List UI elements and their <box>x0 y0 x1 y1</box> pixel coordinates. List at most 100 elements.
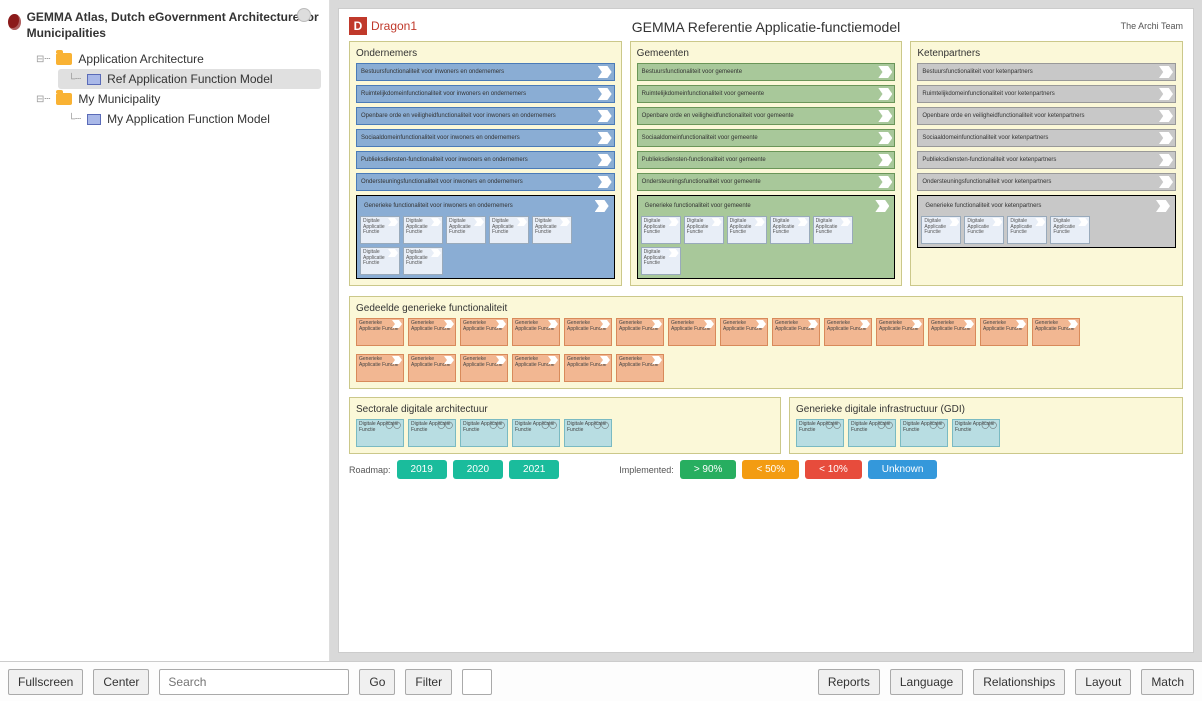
generic-function[interactable]: Generieke Applicatie Functie <box>720 318 768 346</box>
digital-function[interactable]: Digitale Applicatie Functie◯◯ <box>796 419 844 447</box>
arrow-icon <box>595 200 609 212</box>
digital-function[interactable]: Digitale Applicatie Functie◯◯ <box>460 419 508 447</box>
mini-function[interactable]: Digitale Applicatie Functie <box>641 247 681 275</box>
function-bar[interactable]: Ruimtelijkdomeinfunctionaliteit voor inw… <box>356 85 615 103</box>
impl-status[interactable]: > 90% <box>680 460 737 479</box>
arrow-icon <box>1156 200 1170 212</box>
digital-function[interactable]: Digitale Applicatie Functie◯◯ <box>848 419 896 447</box>
mini-function[interactable]: Digitale Applicatie Functie <box>770 216 810 244</box>
match-button[interactable]: Match <box>1141 669 1194 695</box>
function-bar[interactable]: Bestuursfunctionaliteit voor gemeente <box>637 63 896 81</box>
generic-function[interactable]: Generieke Applicatie Functie <box>408 318 456 346</box>
mini-function[interactable]: Digitale Applicatie Functie <box>727 216 767 244</box>
team-label: The Archi Team <box>1121 21 1183 31</box>
arrow-icon <box>444 356 454 364</box>
tree-folder[interactable]: ⊟┄Application Architecture <box>26 49 321 69</box>
function-bar[interactable]: Publieksdiensten-functionaliteit voor ke… <box>917 151 1176 169</box>
tree-root[interactable]: GEMMA Atlas, Dutch eGovernment Architect… <box>8 10 321 41</box>
mini-function[interactable]: Digitale Applicatie Functie <box>921 216 961 244</box>
function-bar[interactable]: Generieke functionaliteit voor gemeente <box>641 199 892 213</box>
tree-item[interactable]: └┄Ref Application Function Model <box>58 69 321 89</box>
filter-button[interactable]: Filter <box>405 669 452 695</box>
arrow-icon <box>1035 218 1045 226</box>
mini-function[interactable]: Digitale Applicatie Functie <box>532 216 572 244</box>
function-bar[interactable]: Publieksdiensten-functionaliteit voor in… <box>356 151 615 169</box>
mini-function[interactable]: Digitale Applicatie Functie <box>360 247 400 275</box>
mini-function[interactable]: Digitale Applicatie Functie <box>1007 216 1047 244</box>
mini-function[interactable]: Digitale Applicatie Functie <box>1050 216 1090 244</box>
mini-function[interactable]: Digitale Applicatie Functie <box>403 247 443 275</box>
tree-item[interactable]: └┄My Application Function Model <box>58 109 321 129</box>
function-bar[interactable]: Ondersteuningsfunctionaliteit voor inwon… <box>356 173 615 191</box>
impl-status[interactable]: Unknown <box>868 460 938 479</box>
impl-status[interactable]: < 50% <box>742 460 799 479</box>
mini-function[interactable]: Digitale Applicatie Functie <box>684 216 724 244</box>
mini-function[interactable]: Digitale Applicatie Functie <box>964 216 1004 244</box>
mini-function[interactable]: Digitale Applicatie Functie <box>360 216 400 244</box>
function-bar[interactable]: Ondersteuningsfunctionaliteit voor gemee… <box>637 173 896 191</box>
function-bar[interactable]: Sociaaldomeinfunctionaliteit voor ketenp… <box>917 129 1176 147</box>
tree-folder[interactable]: ⊟┄My Municipality <box>26 89 321 109</box>
arrow-icon <box>652 320 662 328</box>
digital-function[interactable]: Digitale Applicatie Functie◯◯ <box>564 419 612 447</box>
generic-function[interactable]: Generieke Applicatie Functie <box>824 318 872 346</box>
function-bar[interactable]: Bestuursfunctionaliteit voor ketenpartne… <box>917 63 1176 81</box>
generic-function[interactable]: Generieke Applicatie Functie <box>668 318 716 346</box>
digital-function[interactable]: Digitale Applicatie Functie◯◯ <box>356 419 404 447</box>
function-bar[interactable]: Sociaaldomeinfunctionaliteit voor inwone… <box>356 129 615 147</box>
digital-function[interactable]: Digitale Applicatie Functie◯◯ <box>952 419 1000 447</box>
generic-function[interactable]: Generieke Applicatie Functie <box>876 318 924 346</box>
generic-function[interactable]: Generieke Applicatie Functie <box>356 354 404 382</box>
generic-function[interactable]: Generieke Applicatie Functie <box>980 318 1028 346</box>
layout-button[interactable]: Layout <box>1075 669 1131 695</box>
function-bar[interactable]: Openbare orde en veiligheidfunctionalite… <box>637 107 896 125</box>
generic-function[interactable]: Generieke Applicatie Functie <box>772 318 820 346</box>
function-bar[interactable]: Ruimtelijkdomeinfunctionaliteit voor ket… <box>917 85 1176 103</box>
roadmap-year[interactable]: 2021 <box>509 460 559 479</box>
digital-function[interactable]: Digitale Applicatie Functie◯◯ <box>900 419 948 447</box>
generic-function[interactable]: Generieke Applicatie Functie <box>460 318 508 346</box>
impl-status[interactable]: < 10% <box>805 460 862 479</box>
fullscreen-button[interactable]: Fullscreen <box>8 669 83 695</box>
function-bar[interactable]: Bestuursfunctionaliteit voor inwoners en… <box>356 63 615 81</box>
generic-function[interactable]: Generieke Applicatie Functie <box>1032 318 1080 346</box>
generic-function[interactable]: Generieke Applicatie Functie <box>928 318 976 346</box>
function-bar[interactable]: Ruimtelijkdomeinfunctionaliteit voor gem… <box>637 85 896 103</box>
arrow-icon <box>548 320 558 328</box>
function-bar[interactable]: Generieke functionaliteit voor ketenpart… <box>921 199 1172 213</box>
generic-function[interactable]: Generieke Applicatie Functie <box>564 354 612 382</box>
function-bar[interactable]: Openbare orde en veiligheidfunctionalite… <box>356 107 615 125</box>
language-button[interactable]: Language <box>890 669 963 695</box>
filter-input[interactable] <box>462 669 492 695</box>
arrow-icon <box>388 218 398 226</box>
function-bar[interactable]: Openbare orde en veiligheidfunctionalite… <box>917 107 1176 125</box>
roadmap-year[interactable]: 2020 <box>453 460 503 479</box>
generic-function[interactable]: Generieke Applicatie Functie <box>564 318 612 346</box>
generic-function[interactable]: Generieke Applicatie Functie <box>460 354 508 382</box>
roadmap-year[interactable]: 2019 <box>397 460 447 479</box>
search-input[interactable] <box>159 669 349 695</box>
mini-function[interactable]: Digitale Applicatie Functie <box>403 216 443 244</box>
function-bar[interactable]: Sociaaldomeinfunctionaliteit voor gemeen… <box>637 129 896 147</box>
center-button[interactable]: Center <box>93 669 149 695</box>
generic-function[interactable]: Generieke Applicatie Functie <box>512 354 560 382</box>
component-icon: ◯◯ <box>489 422 505 430</box>
digital-function[interactable]: Digitale Applicatie Functie◯◯ <box>408 419 456 447</box>
digital-function[interactable]: Digitale Applicatie Functie◯◯ <box>512 419 560 447</box>
function-bar[interactable]: Ondersteuningsfunctionaliteit voor keten… <box>917 173 1176 191</box>
relationships-button[interactable]: Relationships <box>973 669 1065 695</box>
go-button[interactable]: Go <box>359 669 395 695</box>
generic-function[interactable]: Generieke Applicatie Functie <box>616 318 664 346</box>
function-bar[interactable]: Publieksdiensten-functionaliteit voor ge… <box>637 151 896 169</box>
generic-function[interactable]: Generieke Applicatie Functie <box>408 354 456 382</box>
function-bar[interactable]: Generieke functionaliteit voor inwoners … <box>360 199 611 213</box>
mini-function[interactable]: Digitale Applicatie Functie <box>446 216 486 244</box>
mini-function[interactable]: Digitale Applicatie Functie <box>641 216 681 244</box>
generic-function[interactable]: Generieke Applicatie Functie <box>616 354 664 382</box>
generic-function[interactable]: Generieke Applicatie Functie <box>512 318 560 346</box>
generic-function[interactable]: Generieke Applicatie Functie <box>356 318 404 346</box>
mini-function[interactable]: Digitale Applicatie Functie <box>813 216 853 244</box>
mini-function[interactable]: Digitale Applicatie Functie <box>489 216 529 244</box>
reports-button[interactable]: Reports <box>818 669 880 695</box>
arrow-icon <box>548 356 558 364</box>
